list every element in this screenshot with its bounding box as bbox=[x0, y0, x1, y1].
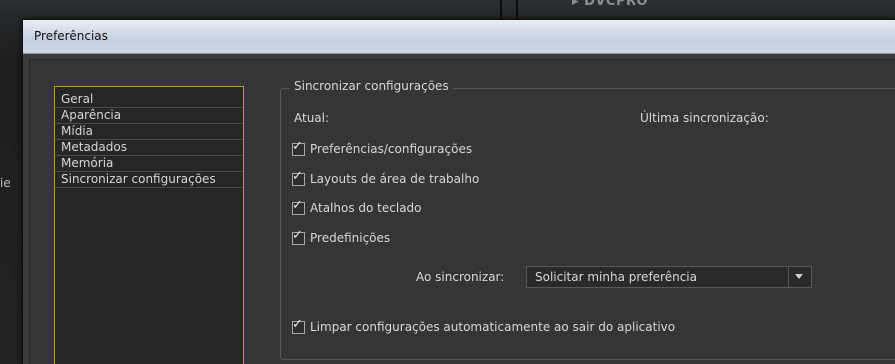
dropdown-button[interactable] bbox=[788, 267, 811, 287]
checkbox-row-keyboard-shortcuts[interactable]: ✓ Atalhos do teclado bbox=[292, 198, 422, 216]
checkbox-label-keyboard-shortcuts: Atalhos do teclado bbox=[310, 201, 422, 215]
checkbox-label-presets: Predefinições bbox=[310, 231, 391, 245]
dialog-content: Geral Aparência Mídia Metadados Memória … bbox=[29, 59, 895, 364]
on-sync-dropdown[interactable]: Solicitar minha preferência bbox=[526, 266, 812, 288]
last-sync-label: Última sincronização: bbox=[640, 111, 769, 125]
checkbox-row-presets[interactable]: ✓ Predefinições bbox=[292, 228, 391, 246]
check-icon: ✓ bbox=[292, 138, 303, 154]
background-folder-text: DVCPRO bbox=[584, 0, 649, 9]
sidebar-item-general[interactable]: Geral bbox=[55, 92, 243, 108]
chevron-down-icon bbox=[795, 274, 803, 279]
sidebar-item-appearance[interactable]: Aparência bbox=[55, 108, 243, 124]
sidebar-item-memory[interactable]: Memória bbox=[55, 156, 243, 172]
check-icon: ✓ bbox=[292, 227, 303, 243]
background-left-text: ie bbox=[0, 176, 10, 190]
check-icon: ✓ bbox=[292, 197, 303, 213]
checkbox-preferences[interactable]: ✓ bbox=[292, 139, 305, 156]
background-folder-label: ▸ DVCPRO bbox=[572, 0, 648, 9]
group-title: Sincronizar configurações bbox=[290, 79, 453, 93]
checkbox-row-preferences[interactable]: ✓ Preferências/configurações bbox=[292, 139, 473, 157]
check-icon: ✓ bbox=[292, 316, 303, 332]
dialog-title: Preferências bbox=[34, 29, 108, 43]
app-background: ▸ DVCPRO ie Preferências Geral Aparência… bbox=[0, 0, 895, 364]
background-splitter bbox=[500, 0, 518, 20]
current-label: Atual: bbox=[294, 111, 330, 125]
on-sync-label: Ao sincronizar: bbox=[416, 270, 505, 284]
on-sync-value: Solicitar minha preferência bbox=[535, 270, 697, 284]
preferences-dialog: Preferências Geral Aparência Mídia Metad… bbox=[22, 19, 895, 364]
checkbox-label-preferences: Preferências/configurações bbox=[310, 142, 473, 156]
checkbox-keyboard-shortcuts[interactable]: ✓ bbox=[292, 198, 305, 215]
category-list: Geral Aparência Mídia Metadados Memória … bbox=[54, 86, 244, 364]
sidebar-item-sync-settings[interactable]: Sincronizar configurações bbox=[55, 172, 243, 188]
check-icon: ✓ bbox=[292, 168, 303, 184]
checkbox-row-workspace-layouts[interactable]: ✓ Layouts de área de trabalho bbox=[292, 169, 480, 187]
checkbox-label-workspace-layouts: Layouts de área de trabalho bbox=[310, 172, 480, 186]
dialog-titlebar[interactable]: Preferências bbox=[23, 20, 895, 54]
checkbox-workspace-layouts[interactable]: ✓ bbox=[292, 169, 305, 186]
checkbox-auto-clear[interactable]: ✓ bbox=[292, 317, 305, 334]
checkbox-presets[interactable]: ✓ bbox=[292, 228, 305, 245]
sidebar-item-metadata[interactable]: Metadados bbox=[55, 140, 243, 156]
sidebar-item-media[interactable]: Mídia bbox=[55, 124, 243, 140]
checkbox-row-auto-clear[interactable]: ✓ Limpar configurações automaticamente a… bbox=[292, 317, 676, 335]
checkbox-label-auto-clear: Limpar configurações automaticamente ao … bbox=[310, 320, 676, 334]
